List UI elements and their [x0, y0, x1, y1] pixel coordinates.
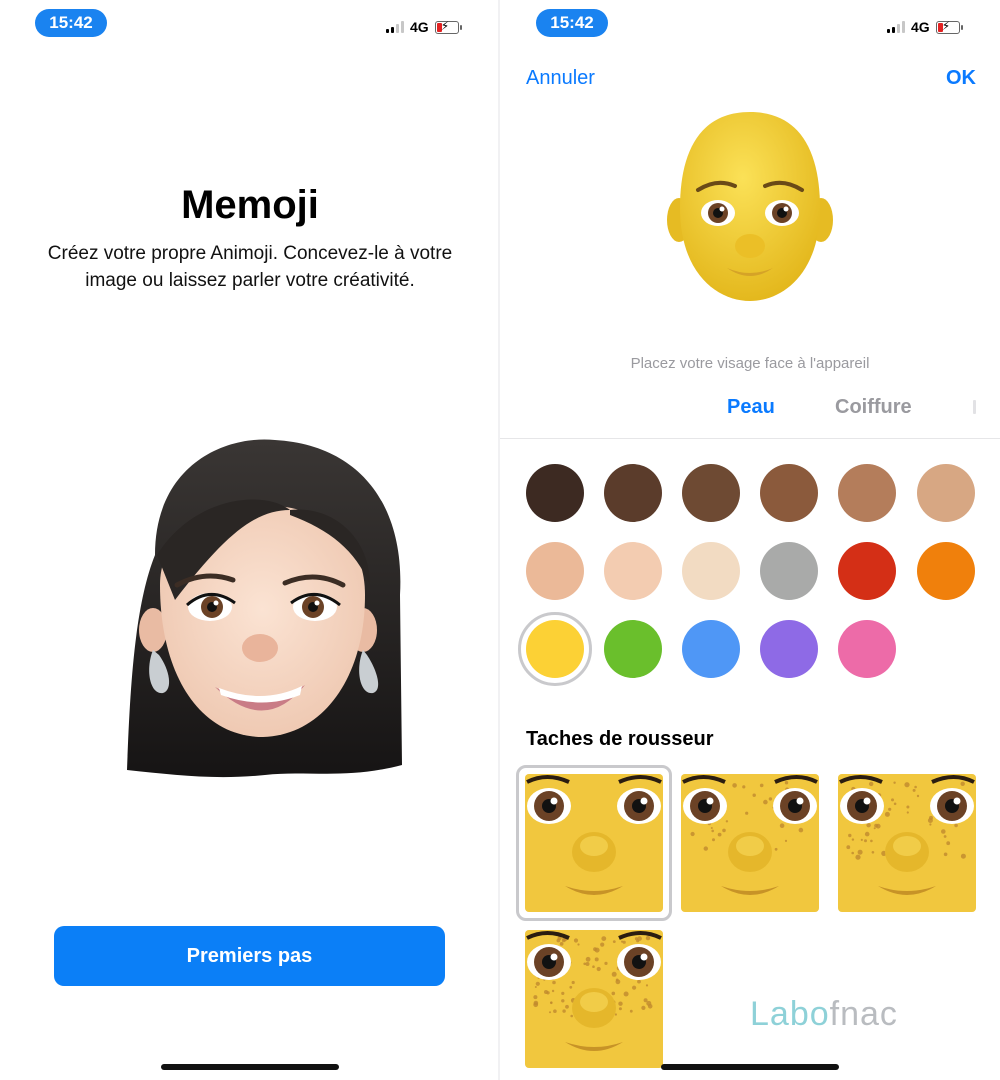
skin-color-swatch[interactable]	[838, 620, 896, 678]
network-label: 4G	[410, 19, 429, 35]
signal-icon	[887, 21, 905, 33]
home-indicator	[661, 1064, 839, 1070]
skin-color-swatch[interactable]	[760, 542, 818, 600]
skin-color-swatch[interactable]	[526, 620, 584, 678]
home-indicator	[161, 1064, 339, 1070]
skin-color-swatch[interactable]	[917, 464, 975, 522]
skin-color-swatch[interactable]	[838, 542, 896, 600]
freckle-option-tile[interactable]	[525, 930, 663, 1068]
skin-color-swatch[interactable]	[838, 464, 896, 522]
memoji-intro-screen: 15:42 4G ⚡ Memoji Créez votre propre Ani…	[0, 0, 500, 1080]
status-time: 15:42	[536, 9, 608, 37]
skin-color-swatch[interactable]	[917, 542, 975, 600]
description-line-2: image ou laissez parler votre créativité…	[85, 270, 415, 291]
skin-color-swatch[interactable]	[760, 620, 818, 678]
skin-color-swatch[interactable]	[526, 464, 584, 522]
skin-color-swatch[interactable]	[604, 542, 662, 600]
skin-color-swatch[interactable]	[682, 464, 740, 522]
skin-color-swatch[interactable]	[526, 542, 584, 600]
labofnac-watermark: Labofnac	[750, 995, 898, 1033]
signal-icon	[386, 21, 404, 33]
tabs-scroll-indicator	[973, 400, 976, 414]
tab-hairstyle[interactable]: Coiffure	[835, 396, 912, 419]
status-time: 15:42	[35, 9, 107, 37]
face-placement-hint: Placez votre visage face à l'appareil	[630, 355, 870, 372]
status-indicators: 4G ⚡	[386, 17, 462, 37]
cancel-button[interactable]: Annuler	[526, 67, 595, 90]
battery-icon: ⚡	[935, 19, 963, 34]
memoji-woman-avatar	[127, 439, 402, 778]
skin-color-swatch[interactable]	[760, 464, 818, 522]
description-line-1: Créez votre propre Animoji. Concevez-le …	[47, 243, 453, 264]
freckle-option-tile[interactable]	[681, 774, 819, 912]
network-label: 4G	[911, 19, 930, 35]
freckle-option-tile[interactable]	[838, 774, 976, 912]
skin-color-swatch[interactable]	[604, 620, 662, 678]
memoji-face-preview	[667, 112, 833, 301]
status-indicators: 4G ⚡	[887, 17, 963, 37]
tab-skin[interactable]: Peau	[727, 396, 775, 419]
skin-color-swatch[interactable]	[682, 620, 740, 678]
battery-icon: ⚡	[434, 19, 462, 34]
page-description: Créez votre propre Animoji. Concevez-le …	[20, 240, 480, 294]
freckle-option-tile[interactable]	[525, 774, 663, 912]
ok-button[interactable]: OK	[946, 67, 976, 90]
page-title: Memoji	[181, 183, 319, 227]
memoji-editor-screen: 15:42 4G ⚡ Annuler OK Placez votre visag…	[500, 0, 1000, 1080]
tab-separator	[500, 438, 1000, 439]
skin-color-swatch[interactable]	[604, 464, 662, 522]
skin-color-swatch[interactable]	[682, 542, 740, 600]
freckles-section-title: Taches de rousseur	[526, 728, 714, 750]
get-started-button[interactable]: Premiers pas	[54, 926, 445, 986]
